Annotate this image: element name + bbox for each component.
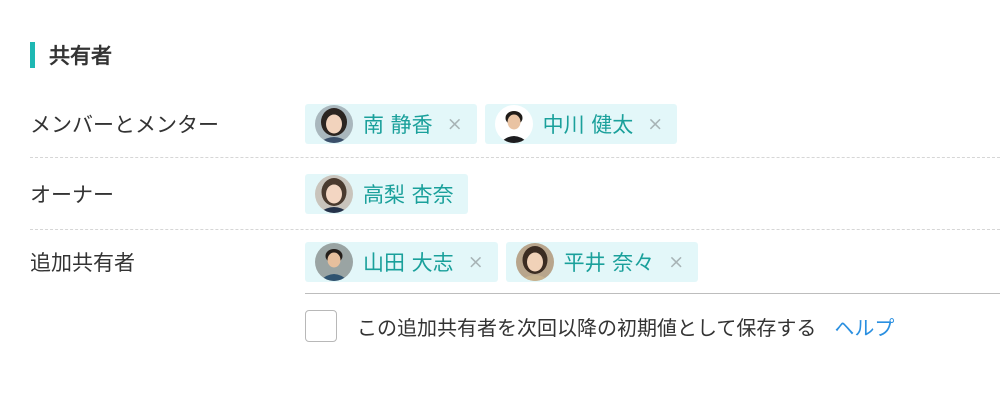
- section-accent-bar: [30, 42, 35, 68]
- person-chip-nakagawa[interactable]: 中川 健太 ×: [484, 104, 678, 144]
- avatar-woman-icon: [515, 243, 554, 281]
- remove-person-button[interactable]: ×: [468, 252, 484, 272]
- members-chip-list: 南 静香 × 中川 健太 ×: [305, 104, 685, 144]
- person-chip-takanashi[interactable]: 高梨 杏奈: [305, 174, 468, 214]
- owner-chip-list: 高梨 杏奈: [305, 174, 476, 214]
- avatar-woman-icon: [315, 175, 353, 213]
- person-name: 高梨 杏奈: [363, 183, 454, 207]
- additional-sharers-input-underline: [305, 293, 1000, 294]
- remove-person-button[interactable]: ×: [668, 252, 684, 272]
- person-name: 中川 健太: [542, 113, 634, 137]
- person-chip-yamada[interactable]: 山田 大志 ×: [305, 242, 498, 282]
- person-name: 平井 奈々: [563, 251, 655, 275]
- additional-sharers-chip-list: 山田 大志 × 平井 奈々 ×: [305, 242, 706, 282]
- person-name: 山田 大志: [363, 251, 454, 275]
- members-row: メンバーとメンター 南 静香 × 中川 健太 ×: [30, 90, 1000, 158]
- sharers-section: 共有者 メンバーとメンター 南 静香 × 中川 健太 × オーナー 高梨 杏奈 …: [0, 0, 1000, 400]
- additional-sharers-label: 追加共有者: [30, 251, 135, 275]
- section-title: 共有者: [49, 44, 112, 68]
- avatar-man-icon: [494, 105, 533, 143]
- save-default-label[interactable]: この追加共有者を次回以降の初期値として保存する: [357, 312, 816, 341]
- members-label: メンバーとメンター: [30, 113, 219, 137]
- additional-sharers-row: 追加共有者 山田 大志 × 平井 奈々 ×: [30, 230, 1000, 294]
- remove-person-button[interactable]: ×: [647, 114, 663, 134]
- owner-label: オーナー: [30, 183, 114, 207]
- owner-row: オーナー 高梨 杏奈: [30, 158, 1000, 230]
- remove-person-button[interactable]: ×: [447, 114, 463, 134]
- help-link[interactable]: ヘルプ: [834, 312, 894, 341]
- save-default-checkbox[interactable]: [305, 310, 337, 342]
- avatar-man-icon: [315, 243, 353, 281]
- save-default-option: この追加共有者を次回以降の初期値として保存する ヘルプ: [305, 308, 894, 344]
- person-chip-minami[interactable]: 南 静香 ×: [305, 104, 477, 144]
- avatar-woman-icon: [315, 105, 353, 143]
- person-chip-hirai[interactable]: 平井 奈々 ×: [505, 242, 699, 282]
- section-header: 共有者: [30, 40, 112, 70]
- person-name: 南 静香: [363, 113, 433, 137]
